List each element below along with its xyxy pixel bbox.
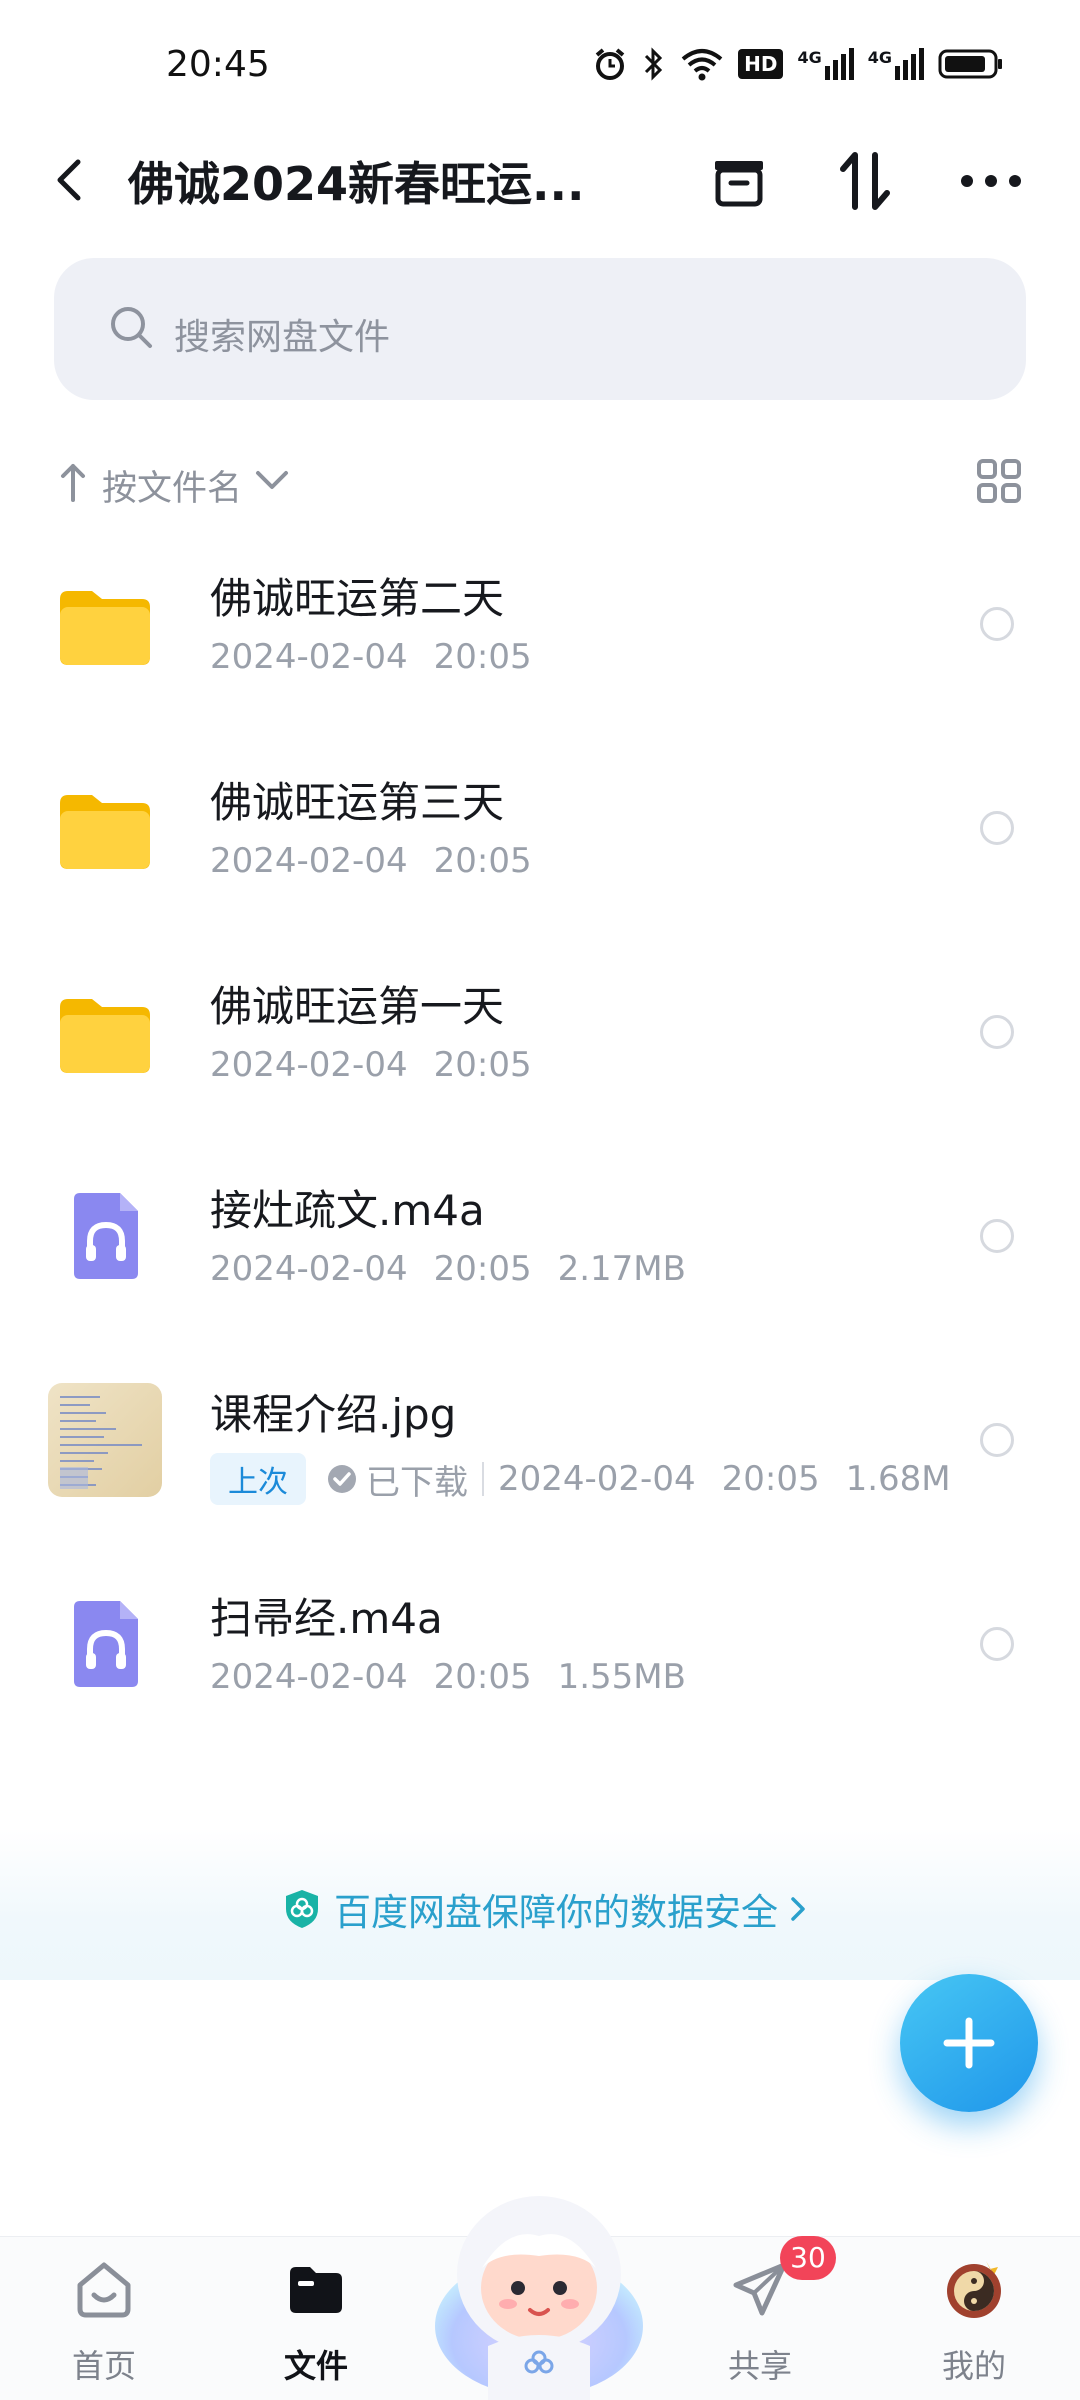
file-meta: 2024-02-04 20:05 1.55MB	[210, 1657, 712, 1697]
audio-file-icon	[74, 1193, 138, 1279]
list-item[interactable]: 扫帚经.m4a 2024-02-04 20:05 1.55MB	[0, 1545, 1080, 1735]
signal-4g-icon: 4G	[868, 48, 924, 80]
folder-icon	[290, 2267, 342, 2313]
file-name: 佛诚旺运第一天	[210, 982, 505, 1031]
tab-label: 我的	[941, 2347, 1006, 2385]
status-time: 20:45	[166, 44, 270, 85]
battery-icon	[938, 49, 1002, 79]
sort-bar: 按文件名	[0, 450, 1080, 516]
file-date: 2024-02-04	[210, 1657, 408, 1697]
back-button[interactable]	[48, 150, 92, 210]
more-button[interactable]	[958, 148, 1024, 214]
tab-mine[interactable]: 我的	[904, 2257, 1044, 2387]
status-bar: 20:45 HD 4G 4G	[0, 0, 1080, 130]
file-name: 佛诚旺运第三天	[210, 778, 505, 827]
hd-text: HD	[744, 52, 778, 76]
file-time: 20:05	[433, 637, 532, 677]
download-status: 已下载	[366, 1462, 468, 1503]
list-item[interactable]: 课程介绍.jpg 上次 已下载 2024-02-04 20:05 1.68M	[0, 1341, 1080, 1531]
file-time: 20:05	[433, 1249, 532, 1289]
file-meta: 2024-02-04 20:05	[210, 637, 558, 677]
select-checkbox[interactable]	[980, 811, 1014, 845]
file-time: 20:05	[433, 1657, 532, 1697]
file-meta: 上次 已下载 2024-02-04 20:05 1.68M	[210, 1453, 977, 1505]
file-date: 2024-02-04	[210, 841, 408, 881]
sort-transfer-button[interactable]	[832, 148, 898, 214]
chevron-right-icon	[791, 1897, 805, 1921]
notification-badge: 30	[780, 2236, 836, 2280]
tab-label: 共享	[727, 2347, 792, 2385]
shield-icon	[286, 1890, 318, 1928]
add-button[interactable]	[900, 1974, 1038, 2112]
search-input[interactable]: 搜索网盘文件	[54, 258, 1026, 400]
file-date: 2024-02-04	[210, 1045, 408, 1085]
folder-icon	[60, 591, 150, 665]
file-name: 佛诚旺运第二天	[210, 574, 505, 623]
folder-icon	[60, 999, 150, 1073]
last-opened-badge: 上次	[210, 1453, 306, 1505]
signal-4g-text: 4G	[797, 48, 822, 67]
list-item[interactable]: 佛诚旺运第三天 2024-02-04 20:05	[0, 729, 1080, 919]
audio-file-icon	[74, 1601, 138, 1687]
archive-icon	[715, 161, 763, 207]
sort-selector[interactable]: 按文件名	[102, 460, 242, 511]
meta-divider	[482, 1462, 484, 1496]
security-text: 百度网盘保障你的数据安全	[334, 1891, 778, 1934]
downloaded-check-icon	[326, 1463, 358, 1495]
grid-view-icon[interactable]	[976, 458, 1022, 504]
back-icon	[57, 159, 81, 201]
select-checkbox[interactable]	[980, 1015, 1014, 1049]
file-size: 2.17MB	[557, 1249, 686, 1289]
file-time: 20:05	[433, 1045, 532, 1085]
file-name: 接灶疏文.m4a	[210, 1186, 485, 1235]
file-meta: 2024-02-04 20:05	[210, 841, 558, 881]
home-icon	[77, 2262, 131, 2318]
search-icon	[111, 307, 152, 348]
file-size: 1.68M	[845, 1459, 951, 1499]
archive-button[interactable]	[706, 148, 772, 214]
image-thumbnail	[48, 1383, 162, 1497]
select-checkbox[interactable]	[980, 1627, 1014, 1661]
sort-ascending-icon	[61, 464, 85, 502]
file-meta: 2024-02-04 20:05 2.17MB	[210, 1249, 712, 1289]
nav-bar: 佛诚2024新春旺运...	[0, 130, 1080, 230]
alarm-icon	[595, 48, 625, 80]
signal-4g-text: 4G	[867, 48, 892, 67]
security-link[interactable]: 百度网盘保障你的数据安全	[282, 1882, 808, 1936]
sort-transfer-icon	[840, 152, 890, 210]
tab-label: 文件	[283, 2347, 348, 2385]
page-title: 佛诚2024新春旺运...	[128, 157, 585, 211]
list-item[interactable]: 接灶疏文.m4a 2024-02-04 20:05 2.17MB	[0, 1137, 1080, 1327]
status-icons: HD 4G 4G	[592, 46, 1004, 82]
list-item[interactable]: 佛诚旺运第一天 2024-02-04 20:05	[0, 933, 1080, 1123]
avatar	[947, 2261, 1001, 2318]
wifi-icon	[681, 49, 723, 81]
folder-icon	[60, 795, 150, 869]
file-date: 2024-02-04	[498, 1459, 696, 1499]
file-name: 扫帚经.m4a	[210, 1594, 443, 1643]
chevron-down-icon[interactable]	[254, 468, 290, 492]
tab-label: 首页	[71, 2347, 136, 2385]
file-name: 课程介绍.jpg	[210, 1390, 457, 1439]
security-banner: 百度网盘保障你的数据安全	[0, 1830, 1080, 1980]
plus-icon	[943, 2017, 995, 2069]
bluetooth-icon	[645, 47, 663, 81]
file-meta: 2024-02-04 20:05	[210, 1045, 558, 1085]
file-date: 2024-02-04	[210, 637, 408, 677]
hd-icon: HD	[738, 49, 784, 79]
file-time: 20:05	[433, 841, 532, 881]
tab-home[interactable]: 首页	[34, 2257, 174, 2387]
list-item[interactable]: 佛诚旺运第二天 2024-02-04 20:05	[0, 525, 1080, 715]
select-checkbox[interactable]	[980, 1219, 1014, 1253]
search-placeholder: 搜索网盘文件	[174, 317, 391, 358]
file-date: 2024-02-04	[210, 1249, 408, 1289]
signal-4g-icon: 4G	[797, 48, 854, 80]
select-checkbox[interactable]	[980, 1423, 1014, 1457]
tab-files[interactable]: 文件	[246, 2257, 386, 2387]
file-size: 1.55MB	[557, 1657, 686, 1697]
select-checkbox[interactable]	[980, 607, 1014, 641]
file-time: 20:05	[721, 1459, 820, 1499]
mascot-button[interactable]	[428, 2176, 650, 2400]
more-icon	[961, 175, 1021, 187]
